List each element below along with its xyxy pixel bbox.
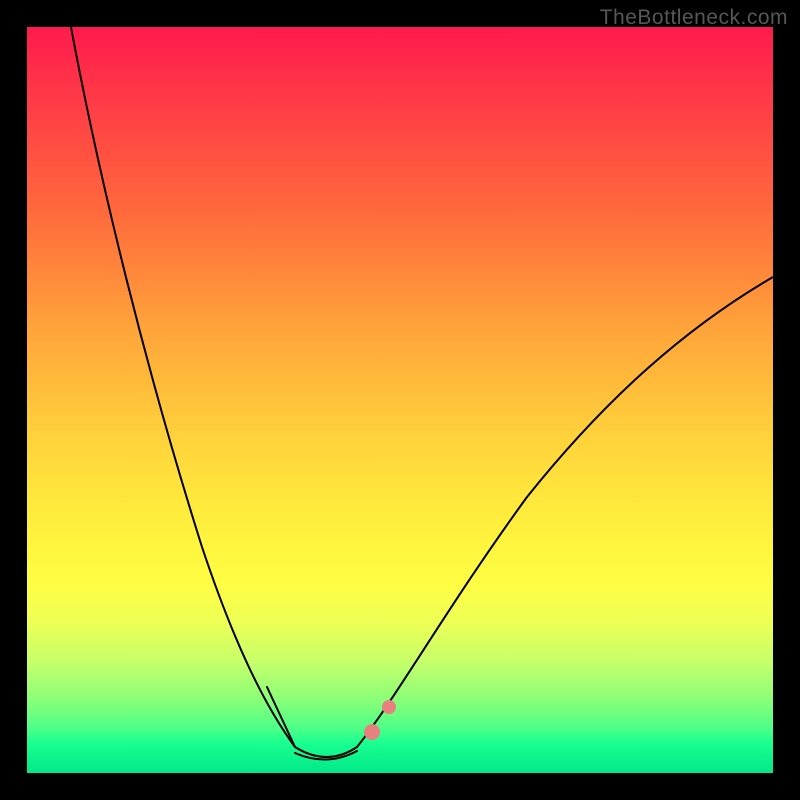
- marker-right-node: [364, 724, 380, 740]
- marker-left-cluster: [267, 687, 295, 747]
- curve-right-branch: [357, 277, 773, 747]
- bottleneck-curve-svg: [27, 27, 773, 773]
- watermark-text: TheBottleneck.com: [600, 6, 788, 30]
- marker-right-upper-node: [382, 700, 396, 714]
- chart-frame: TheBottleneck.com: [0, 0, 800, 800]
- curve-left-branch: [71, 27, 295, 747]
